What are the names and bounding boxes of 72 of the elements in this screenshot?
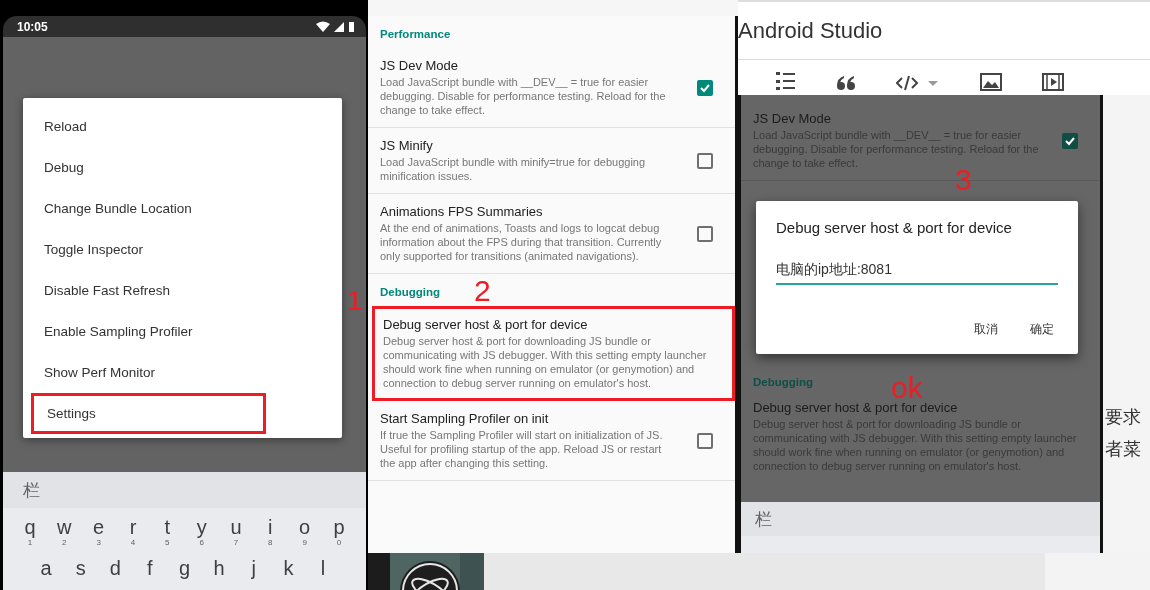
host-field[interactable]: 电脑的ip地址:8081 <box>776 260 1058 285</box>
step-number: 1 <box>347 287 363 315</box>
menu-item[interactable]: Toggle Inspector <box>23 229 342 270</box>
keyboard-key[interactable]: e 3 <box>83 516 114 547</box>
keyboard-key[interactable]: f <box>134 557 165 579</box>
keyboard-key[interactable]: i 8 <box>255 516 286 547</box>
dialog-button[interactable]: 取消 <box>974 321 998 338</box>
menu-item[interactable]: Settings <box>31 393 266 434</box>
page-title: Android Studio <box>738 17 883 44</box>
setting-description: Debug server host & port for downloading JS bundle or communicating with JS debugger. With this setting empty launcher should work fine when running on emulator (or genymotion) and connection to debug server running on emulator's host. <box>383 334 708 390</box>
keyboard-key[interactable]: l <box>308 557 338 579</box>
section-title: Debugging <box>753 376 814 388</box>
settings-item[interactable]: JS Minify Load JavaScript bundle with minify=true for debugging minification issues. <box>368 128 735 194</box>
setting-title: JS Dev Mode <box>380 58 460 73</box>
step-number: 3 <box>955 165 972 195</box>
setting-title: JS Minify <box>380 138 434 153</box>
keyboard-key[interactable]: t 5 <box>152 516 183 547</box>
setting-title: Animations FPS Summaries <box>380 204 544 219</box>
video-icon[interactable] <box>1042 73 1064 91</box>
code-icon[interactable] <box>896 75 940 91</box>
setting-title: Start Sampling Profiler on init <box>380 411 550 426</box>
section-title: Performance <box>380 28 451 40</box>
checkbox[interactable] <box>697 152 713 169</box>
menu-item[interactable]: Reload <box>23 106 342 147</box>
keyboard-key[interactable]: q 1 <box>15 516 45 547</box>
setting-description: At the end of animations, Toasts and logs to logcat debug information about the FPS during that transition. Currently only supported for transitions (animated navigations). <box>380 221 663 263</box>
checkbox[interactable] <box>1062 132 1078 149</box>
keyboard-key[interactable]: o 9 <box>289 516 320 547</box>
suggestion[interactable]: 栏 <box>23 478 40 502</box>
quote-icon[interactable] <box>836 75 856 91</box>
menu-item[interactable]: Enable Sampling Profiler <box>23 311 342 352</box>
dialog-title: Debug server host & port for device <box>776 219 1013 236</box>
settings-item[interactable]: JS Dev Mode Load JavaScript bundle with __DEV__ = true for easier debugging. Disable for performance testing. Reload for the change to take effect. <box>368 48 735 128</box>
menu-item[interactable]: Change Bundle Location <box>23 188 342 229</box>
checkbox[interactable] <box>697 79 713 96</box>
dialog-button[interactable]: 确定 <box>1030 321 1054 338</box>
settings-item[interactable] <box>372 306 735 401</box>
keyboard-key[interactable]: w 2 <box>49 516 80 547</box>
checkbox[interactable] <box>697 225 713 242</box>
body-text: 要求 <box>1105 406 1141 429</box>
checkbox[interactable] <box>697 432 713 449</box>
keyboard-key[interactable]: a <box>31 557 61 579</box>
setting-description: Load JavaScript bundle with minify=true for debugging minification issues. <box>380 155 647 183</box>
setting-title: JS Dev Mode <box>753 111 833 126</box>
settings-item[interactable]: Animations FPS Summaries At the end of animations, Toasts and logs to logcat debug information about the FPS during that transition. Currently only supported for transitions (animated navigations). <box>368 194 735 274</box>
step-number: 2 <box>474 276 491 306</box>
section-title: Debugging <box>380 286 441 298</box>
keyboard-key[interactable]: h <box>204 557 235 579</box>
setting-description: Load JavaScript bundle with __DEV__ = true for easier debugging. Disable for performance testing. Reload for the change to take effect. <box>380 75 667 117</box>
keyboard-key[interactable]: k <box>273 557 304 579</box>
keyboard-key[interactable]: u 7 <box>220 516 251 547</box>
menu-item[interactable]: Disable Fast Refresh <box>23 270 342 311</box>
setting-description: If true the Sampling Profiler will start on initialization of JS. Useful for profiling startup of the app. Reload JS or restart the app after changing this setting. <box>380 428 664 470</box>
keyboard-key[interactable]: r 4 <box>118 516 148 547</box>
settings-item[interactable]: Start Sampling Profiler on init If true the Sampling Profiler will start on initialization of JS. Useful for profiling startup of the app. Reload JS or restart the app after changing this setting. <box>368 401 735 481</box>
keyboard-key[interactable]: s <box>65 557 96 579</box>
menu-item[interactable]: Show Perf Monitor <box>23 352 342 393</box>
setting-title: Debug server host & port for device <box>753 400 959 415</box>
keyboard-key[interactable]: y 6 <box>186 516 217 547</box>
keyboard-key[interactable]: j <box>238 557 269 579</box>
suggestion[interactable]: 栏 <box>755 507 772 531</box>
status-icons <box>316 20 356 33</box>
status-time: 10:05 <box>17 19 48 34</box>
checklist-icon[interactable] <box>776 71 796 91</box>
menu-item[interactable]: Debug <box>23 147 342 188</box>
body-text: 者菜 <box>1105 438 1141 461</box>
keyboard-key[interactable]: d <box>100 557 131 579</box>
keyboard-key[interactable]: p 0 <box>323 516 354 547</box>
setting-title: Debug server host & port for device <box>383 317 589 332</box>
keyboard-key[interactable]: g <box>169 557 200 579</box>
image-icon[interactable] <box>980 73 1002 91</box>
annotation-text: ok <box>891 373 923 403</box>
